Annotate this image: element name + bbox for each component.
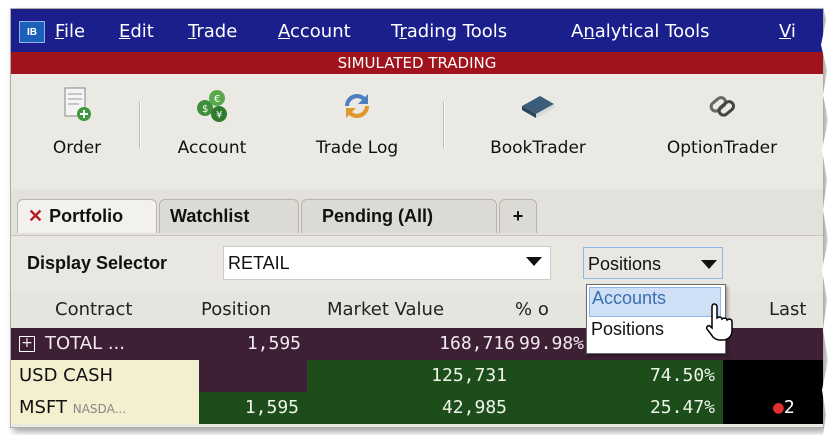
menu-trade[interactable]: Trade	[188, 21, 237, 42]
tab-watchlist[interactable]: Watchlist	[159, 199, 299, 233]
msft-contract-cell: MSFT NASDA...	[11, 392, 199, 424]
chevron-down-icon	[701, 260, 717, 269]
view-selector-options: Accounts Positions	[586, 284, 726, 354]
torn-edge	[821, 0, 830, 435]
tab-pending[interactable]: Pending (All)	[301, 199, 497, 233]
account-button[interactable]: $ € ¥ Account	[167, 84, 257, 158]
option-accounts[interactable]: Accounts	[589, 287, 721, 317]
menu-trading-tools[interactable]: Trading Tools	[391, 21, 507, 42]
menu-file[interactable]: File	[55, 21, 85, 42]
column-header-contract[interactable]: Contract	[55, 299, 132, 320]
menu-analytical-tools[interactable]: Analytical Tools	[571, 21, 709, 42]
display-selector-dropdown[interactable]: RETAIL	[223, 246, 551, 280]
table-row-msft[interactable]: MSFT NASDA... 1,595 42,985 25.47% ●2	[11, 392, 823, 424]
account-label: Account	[177, 138, 247, 158]
ib-logo: IB	[19, 21, 45, 43]
trade-log-icon	[344, 93, 370, 119]
toolbar: Order $ € ¥ Account Trade Log BookTrader…	[11, 74, 823, 189]
tab-watchlist-label: Watchlist	[170, 206, 250, 226]
msft-exchange: NASDA...	[72, 402, 127, 416]
msft-contract: MSFT	[19, 397, 67, 418]
msft-percent: 25.47%	[515, 392, 723, 424]
svg-text:¥: ¥	[216, 110, 222, 121]
menu-edit[interactable]: Edit	[119, 21, 154, 42]
hand-cursor-icon	[706, 303, 733, 341]
total-market-value: 168,716	[439, 333, 515, 354]
msft-market-value: 42,985	[307, 392, 515, 424]
column-header-market-value[interactable]: Market Value	[327, 299, 444, 320]
toolbar-separator	[139, 102, 141, 148]
table-row-usd-cash[interactable]: USD CASH 125,731 74.50%	[11, 360, 823, 392]
trade-log-label: Trade Log	[315, 138, 399, 158]
tab-pending-label: Pending (All)	[322, 206, 433, 226]
trade-log-button[interactable]: Trade Log	[297, 84, 417, 158]
svg-text:$: $	[202, 104, 208, 115]
msft-last: 2	[783, 397, 795, 418]
menu-view[interactable]: Vi	[779, 21, 796, 42]
tab-bar: ✕ Portfolio Watchlist Pending (All) +	[11, 189, 823, 236]
optiontrader-label: OptionTrader	[666, 138, 778, 158]
toolbar-separator	[443, 102, 445, 148]
simulated-trading-banner: SIMULATED TRADING	[11, 52, 823, 74]
total-position: 1,595	[246, 333, 301, 354]
tab-portfolio[interactable]: ✕ Portfolio	[17, 199, 157, 233]
chevron-down-icon	[526, 257, 542, 266]
usd-market-value: 125,731	[307, 360, 515, 392]
usd-position	[199, 360, 307, 392]
menu-bar: IB File Edit Trade Account Trading Tools…	[11, 9, 823, 52]
usd-contract: USD CASH	[11, 360, 199, 392]
chain-link-icon	[709, 96, 736, 117]
svg-text:€: €	[214, 94, 220, 105]
order-label: Order	[52, 138, 102, 158]
add-tab-button[interactable]: +	[499, 199, 537, 233]
account-icon: $ € ¥	[197, 90, 227, 122]
display-selector-value: RETAIL	[228, 253, 290, 273]
close-icon[interactable]: ✕	[28, 206, 43, 227]
view-selector-dropdown[interactable]: Positions	[583, 247, 723, 279]
booktrader-button[interactable]: BookTrader	[473, 84, 603, 158]
total-contract-cell: + TOTAL ...	[19, 328, 199, 360]
order-button[interactable]: Order	[47, 84, 107, 158]
bullet-icon: ●	[773, 397, 784, 418]
optiontrader-button[interactable]: OptionTrader	[647, 84, 797, 158]
plus-icon: +	[512, 206, 524, 226]
app-window: IB File Edit Trade Account Trading Tools…	[10, 8, 824, 428]
display-selector-label: Display Selector	[27, 253, 168, 273]
usd-percent: 74.50%	[515, 360, 723, 392]
column-header-last[interactable]: Last	[769, 299, 807, 320]
option-positions[interactable]: Positions	[589, 319, 721, 349]
booktrader-label: BookTrader	[490, 138, 586, 158]
book-icon	[522, 96, 554, 118]
tab-portfolio-label: Portfolio	[49, 206, 124, 226]
column-header-position[interactable]: Position	[201, 299, 271, 320]
column-header-percent[interactable]: % o	[515, 299, 549, 320]
order-icon	[64, 87, 91, 121]
menu-account[interactable]: Account	[278, 21, 351, 42]
usd-last	[723, 360, 823, 392]
total-contract: TOTAL ...	[45, 333, 125, 354]
expand-icon[interactable]: +	[19, 336, 35, 352]
view-selector-value: Positions	[588, 254, 662, 274]
msft-position: 1,595	[199, 392, 307, 424]
msft-last-cell: ●2	[723, 392, 823, 424]
